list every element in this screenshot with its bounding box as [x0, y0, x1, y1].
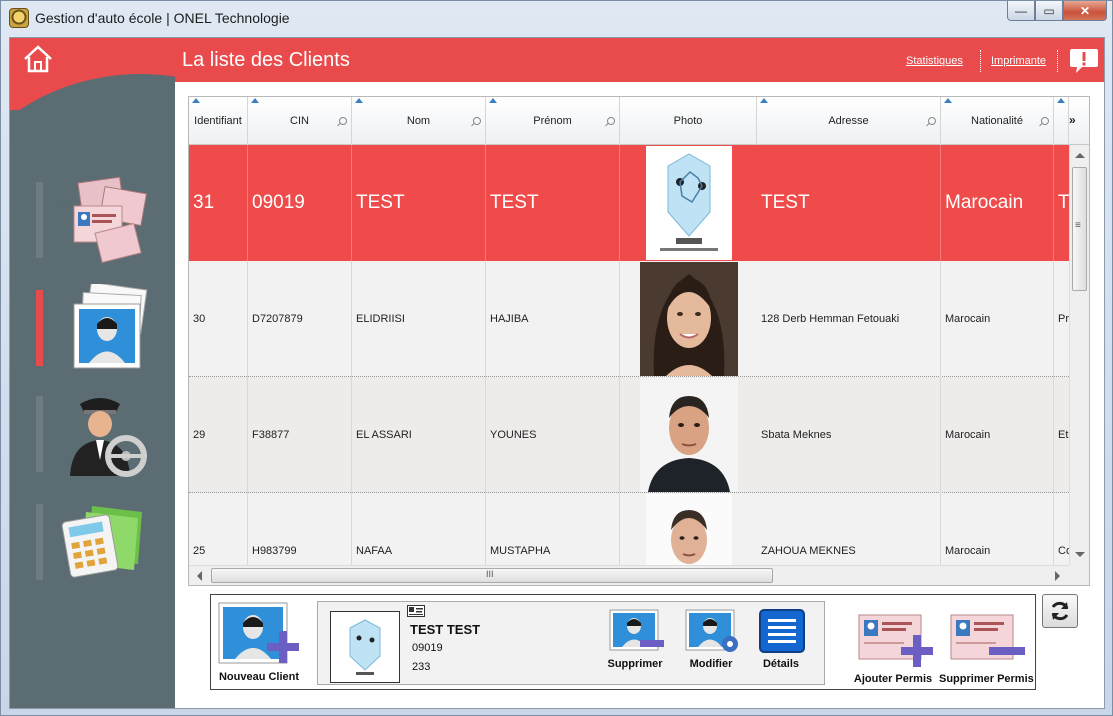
id-card-icon	[407, 605, 425, 617]
horizontal-scrollbar[interactable]: III	[189, 565, 1069, 585]
add-user-icon	[218, 602, 299, 664]
statistics-link[interactable]: Statistiques	[906, 55, 963, 67]
man-portrait-photo	[639, 378, 738, 492]
table-row[interactable]: 30 D7207879 ELIDRIISI HAJIBA 128 Derb He…	[189, 261, 1069, 377]
window-title: Gestion d'auto école | ONEL Technologie	[35, 10, 290, 26]
home-icon[interactable]	[22, 44, 54, 74]
sidebar	[10, 38, 175, 708]
woman-portrait-photo	[639, 262, 738, 376]
calculator-folder-icon	[61, 506, 142, 578]
sidebar-item-accounting[interactable]	[36, 498, 156, 588]
sort-icon	[944, 98, 952, 103]
title-bar: Gestion d'auto école | ONEL Technologie …	[1, 1, 1112, 35]
app-logo-icon	[9, 8, 29, 28]
delete-user-icon	[609, 609, 664, 651]
scroll-down-icon[interactable]	[1075, 552, 1085, 557]
robot-thumbnail-photo	[349, 619, 381, 675]
sort-icon	[489, 98, 497, 103]
scroll-right-icon[interactable]	[1055, 571, 1060, 581]
delete-permit-button[interactable]: Supprimer Permis	[939, 609, 1034, 689]
scroll-up-icon[interactable]	[1075, 153, 1085, 158]
scroll-left-icon[interactable]	[197, 571, 202, 581]
edit-button[interactable]: Modifier	[680, 608, 742, 678]
permit-cards-icon	[73, 176, 148, 263]
document-list-icon	[759, 609, 805, 653]
minimize-button[interactable]: —	[1007, 1, 1035, 21]
column-header-adresse[interactable]: Adresse	[757, 97, 941, 145]
filter-icon[interactable]	[928, 117, 936, 125]
grid-header: Identifiant CIN Nom Prénom Photo Adresse…	[189, 97, 1089, 145]
delete-button[interactable]: Supprimer	[604, 608, 666, 678]
client-actions-panel: Nouveau Client TEST TEST 09019 233 Suppr…	[210, 594, 1036, 690]
add-permit-icon	[858, 614, 933, 667]
sort-icon	[192, 98, 200, 103]
filter-icon[interactable]	[339, 117, 347, 125]
add-permit-button[interactable]: Ajouter Permis	[847, 609, 939, 689]
robot-placeholder-photo	[645, 146, 732, 260]
refresh-icon	[1051, 601, 1069, 621]
table-row[interactable]: 31 09019 TEST TEST TEST Marocain T	[189, 145, 1069, 261]
client-cin: 09019	[412, 642, 443, 654]
sidebar-item-clients[interactable]	[36, 284, 156, 374]
column-header-nom[interactable]: Nom	[352, 97, 486, 145]
client-detail-card: TEST TEST 09019 233 Supprimer Modifier D…	[317, 601, 825, 685]
details-button[interactable]: Détails	[750, 608, 812, 678]
printer-link[interactable]: Imprimante	[991, 55, 1046, 67]
new-client-button[interactable]: Nouveau Client	[215, 601, 303, 685]
vertical-scrollbar[interactable]: ≡	[1069, 145, 1089, 565]
column-header-nationalite[interactable]: Nationalité	[941, 97, 1054, 145]
column-header-photo[interactable]: Photo	[620, 97, 757, 145]
delete-permit-icon	[950, 614, 1025, 660]
clients-grid: Identifiant CIN Nom Prénom Photo Adresse…	[188, 96, 1090, 586]
client-full-name: TEST TEST	[410, 622, 481, 637]
column-header-prenom[interactable]: Prénom	[486, 97, 620, 145]
sort-icon	[355, 98, 363, 103]
client-area: La liste des Clients Statistiques Imprim…	[9, 37, 1105, 709]
column-header-cin[interactable]: CIN	[248, 97, 352, 145]
filter-icon[interactable]	[607, 117, 615, 125]
close-button[interactable]: ✕	[1063, 1, 1107, 21]
sort-icon	[251, 98, 259, 103]
header-bar: La liste des Clients Statistiques Imprim…	[175, 38, 1104, 82]
filter-icon[interactable]	[473, 117, 481, 125]
page-title: La liste des Clients	[182, 49, 350, 71]
vertical-scroll-thumb[interactable]: ≡	[1072, 167, 1087, 291]
sort-icon	[1057, 98, 1065, 103]
horizontal-scroll-thumb[interactable]: III	[211, 568, 773, 583]
client-photos-icon	[73, 284, 148, 369]
column-header-identifiant[interactable]: Identifiant	[189, 97, 248, 145]
edit-user-icon	[685, 609, 738, 652]
filter-icon[interactable]	[1041, 117, 1049, 125]
app-window: Gestion d'auto école | ONEL Technologie …	[0, 0, 1113, 716]
sort-icon	[760, 98, 768, 103]
sidebar-item-instructors[interactable]	[36, 390, 156, 480]
more-columns-button[interactable]: »	[1069, 113, 1076, 127]
driver-wheel-icon	[70, 398, 147, 477]
sidebar-item-permits[interactable]	[36, 176, 156, 266]
refresh-button[interactable]	[1042, 594, 1078, 628]
client-thumbnail	[330, 611, 400, 683]
alert-icon[interactable]	[1068, 45, 1100, 75]
client-number: 233	[412, 661, 431, 673]
table-row[interactable]: 29 F38877 EL ASSARI YOUNES Sbata Meknes …	[189, 377, 1069, 493]
maximize-button[interactable]: ▭	[1035, 1, 1063, 21]
